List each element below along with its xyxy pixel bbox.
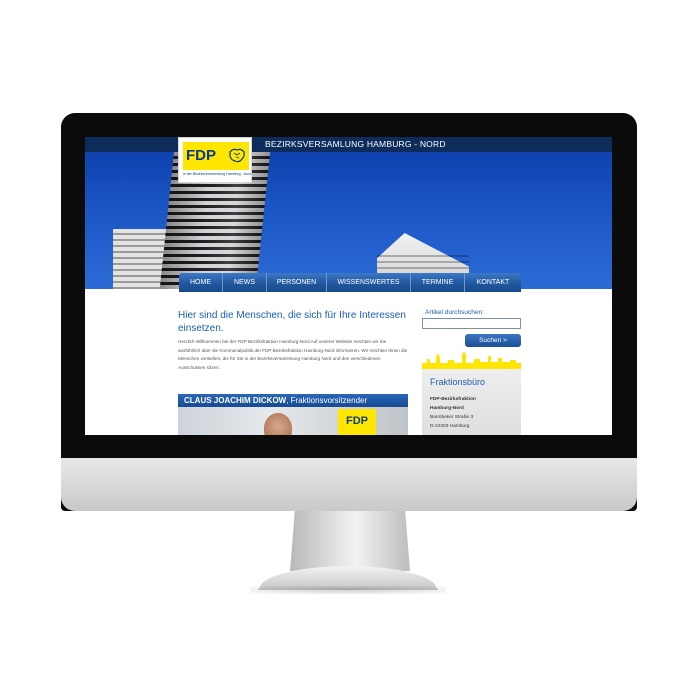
feature-photo[interactable]: FDP [178,407,408,435]
nav-item-home[interactable]: HOME [179,273,223,292]
skyline-graphic [422,351,521,369]
hero-banner [85,137,612,289]
monitor-chin [61,458,637,511]
search-input[interactable] [422,318,521,329]
nav-item-kontakt[interactable]: KONTAKT [465,273,521,292]
nav-item-wissenswertes[interactable]: WISSENSWERTES [327,273,411,292]
fdp-logo[interactable]: FDP in der Bezirksversammlung Hamburg - … [178,137,252,183]
monitor-stand-neck [290,511,410,571]
person-photo [264,413,292,435]
office-address: FDP-Bezirksfraktion Hamburg-Nord Barmbek… [430,395,476,431]
europe-map-icon [229,148,245,163]
address-line-1: FDP-Bezirksfraktion [430,397,476,402]
feature-person-role: , Fraktionsvorsitzender [286,396,368,405]
monitor-screen: BEZIRKSVERSAMLUNG HAMBURG - NORD FDP in … [85,137,612,435]
site-title: BEZIRKSVERSAMLUNG HAMBURG - NORD [265,139,446,149]
logo-text: FDP [186,147,216,164]
address-line-4: D-22303 Hamburg [430,424,470,429]
intro-text: Herzlich Willkommen bei der FDP Bezirksf… [178,339,408,370]
nav-item-personen[interactable]: PERSONEN [267,273,327,292]
nav-item-news[interactable]: NEWS [223,273,267,292]
search-label: Artikel durchsuchen: [425,309,484,316]
office-title: Fraktionsbüro [430,377,486,387]
search-button[interactable]: Suchen > [465,334,521,347]
address-line-3: Barmbeker Straße 3 [430,415,474,420]
feature-header[interactable]: CLAUS JOACHIM DICKOW, Fraktionsvorsitzen… [178,394,408,407]
nav-item-termine[interactable]: TERMINE [411,273,465,292]
stand-shadow [250,586,446,594]
main-navigation: HOME NEWS PERSONEN WISSENSWERTES TERMINE… [179,273,521,292]
address-line-2: Hamburg-Nord [430,406,464,411]
page-headline: Hier sind die Menschen, die sich für Ihr… [178,310,406,334]
fdp-sign: FDP [338,409,376,435]
logo-yellow-box: FDP [183,142,249,170]
feature-person-name: CLAUS JOACHIM DICKOW [184,396,287,405]
logo-subtitle: in der Bezirksversammlung Hamburg - Nord [183,172,252,176]
